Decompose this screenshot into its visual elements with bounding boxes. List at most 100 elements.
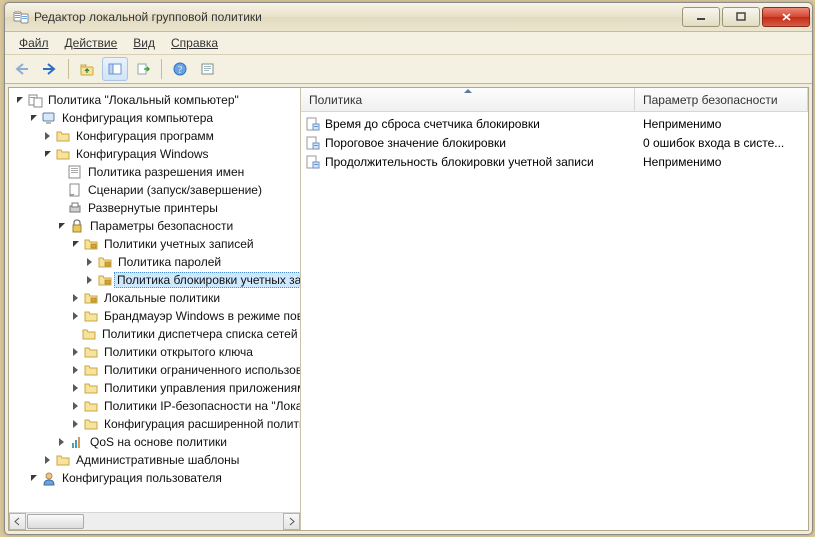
menu-view[interactable]: Вид bbox=[125, 34, 163, 52]
expander-icon[interactable] bbox=[41, 454, 53, 466]
list-icon bbox=[67, 164, 83, 180]
policy-item-icon bbox=[305, 116, 321, 132]
folder-lock-icon bbox=[83, 290, 99, 306]
folder-icon bbox=[83, 308, 99, 324]
app-icon bbox=[13, 9, 29, 25]
tree-scripts[interactable]: Сценарии (запуск/завершение) bbox=[9, 181, 300, 199]
tree-firewall[interactable]: Брандмауэр Windows в режиме повышенной б… bbox=[9, 307, 300, 325]
folder-lock-icon bbox=[97, 254, 113, 270]
tree-windows-config[interactable]: Конфигурация Windows bbox=[9, 145, 300, 163]
tree-horizontal-scrollbar[interactable] bbox=[9, 512, 300, 530]
minimize-button[interactable] bbox=[682, 7, 720, 27]
expander-icon[interactable] bbox=[69, 418, 81, 430]
up-folder-button[interactable] bbox=[74, 57, 100, 81]
policy-name: Продолжительность блокировки учетной зап… bbox=[325, 155, 594, 169]
policy-name: Пороговое значение блокировки bbox=[325, 136, 506, 150]
folder-icon bbox=[81, 326, 97, 342]
script-icon bbox=[67, 182, 83, 198]
maximize-button[interactable] bbox=[722, 7, 760, 27]
tree-admin-templates[interactable]: Административные шаблоны bbox=[9, 451, 300, 469]
menu-bar: Файл Действие Вид Справка bbox=[5, 32, 812, 55]
expander-icon[interactable] bbox=[69, 292, 81, 304]
forward-button[interactable] bbox=[37, 57, 63, 81]
tree-qos[interactable]: QoS на основе политики bbox=[9, 433, 300, 451]
policy-item-icon bbox=[305, 154, 321, 170]
tree-user-config[interactable]: Конфигурация пользователя bbox=[9, 469, 300, 487]
printer-icon bbox=[67, 200, 83, 216]
scroll-track[interactable] bbox=[26, 513, 283, 530]
tree-deployed-printers[interactable]: Развернутые принтеры bbox=[9, 199, 300, 217]
list-body[interactable]: Время до сброса счетчика блокировки Непр… bbox=[301, 112, 808, 530]
user-icon bbox=[41, 470, 57, 486]
close-button[interactable] bbox=[762, 7, 810, 27]
tree-public-key[interactable]: Политики открытого ключа bbox=[9, 343, 300, 361]
tree-local-policies[interactable]: Локальные политики bbox=[9, 289, 300, 307]
list-row[interactable]: Время до сброса счетчика блокировки Непр… bbox=[301, 114, 808, 133]
toolbar: ? bbox=[5, 55, 812, 84]
list-panel: Политика Параметр безопасности Время до … bbox=[301, 88, 808, 530]
scroll-left-button[interactable] bbox=[9, 513, 26, 530]
tree-app-control[interactable]: Политики управления приложениями bbox=[9, 379, 300, 397]
list-row[interactable]: Пороговое значение блокировки 0 ошибок в… bbox=[301, 133, 808, 152]
tree-network-list[interactable]: Политики диспетчера списка сетей bbox=[9, 325, 300, 343]
folder-icon bbox=[55, 452, 71, 468]
folder-icon bbox=[55, 146, 71, 162]
folder-icon bbox=[83, 362, 99, 378]
expander-icon[interactable] bbox=[27, 472, 39, 484]
chart-icon bbox=[69, 434, 85, 450]
expander-icon[interactable] bbox=[13, 94, 25, 106]
menu-file[interactable]: Файл bbox=[11, 34, 57, 52]
tree-computer-config[interactable]: Конфигурация компьютера bbox=[9, 109, 300, 127]
column-security-param[interactable]: Параметр безопасности bbox=[635, 88, 808, 111]
expander-icon[interactable] bbox=[41, 130, 53, 142]
expander-icon[interactable] bbox=[41, 148, 53, 160]
tree-software-restriction[interactable]: Политики ограниченного использования про… bbox=[9, 361, 300, 379]
window-controls bbox=[680, 7, 810, 27]
tree-password-policy[interactable]: Политика паролей bbox=[9, 253, 300, 271]
scroll-thumb[interactable] bbox=[27, 514, 84, 529]
back-button[interactable] bbox=[9, 57, 35, 81]
tree-lockout-policy[interactable]: Политика блокировки учетных записей bbox=[9, 271, 300, 289]
expander-icon[interactable] bbox=[69, 400, 81, 412]
tree-account-policies[interactable]: Политики учетных записей bbox=[9, 235, 300, 253]
list-header: Политика Параметр безопасности bbox=[301, 88, 808, 112]
policy-name: Время до сброса счетчика блокировки bbox=[325, 117, 540, 131]
tree-advanced-audit[interactable]: Конфигурация расширенной политики аудита bbox=[9, 415, 300, 433]
expander-icon[interactable] bbox=[83, 256, 95, 268]
policy-item-icon bbox=[305, 135, 321, 151]
policy-value: Неприменимо bbox=[643, 117, 721, 131]
folder-icon bbox=[55, 128, 71, 144]
menu-action[interactable]: Действие bbox=[57, 34, 126, 52]
tree-program-config[interactable]: Конфигурация программ bbox=[9, 127, 300, 145]
folder-lock-icon bbox=[83, 236, 99, 252]
expander-icon[interactable] bbox=[69, 346, 81, 358]
tree-name-resolution[interactable]: Политика разрешения имен bbox=[9, 163, 300, 181]
scroll-right-button[interactable] bbox=[283, 513, 300, 530]
help-button[interactable]: ? bbox=[167, 57, 193, 81]
content-area: Политика "Локальный компьютер" Конфигура… bbox=[8, 87, 809, 531]
expander-icon[interactable] bbox=[69, 310, 81, 322]
folder-icon bbox=[83, 380, 99, 396]
svg-text:?: ? bbox=[178, 65, 183, 76]
menu-help[interactable]: Справка bbox=[163, 34, 226, 52]
computer-icon bbox=[41, 110, 57, 126]
tree-view[interactable]: Политика "Локальный компьютер" Конфигура… bbox=[9, 88, 300, 512]
tree-security-settings[interactable]: Параметры безопасности bbox=[9, 217, 300, 235]
expander-icon[interactable] bbox=[55, 220, 67, 232]
sort-ascending-icon bbox=[464, 89, 472, 93]
properties-button[interactable] bbox=[195, 57, 221, 81]
title-bar[interactable]: Редактор локальной групповой политики bbox=[5, 3, 812, 32]
column-policy[interactable]: Политика bbox=[301, 88, 635, 111]
export-list-button[interactable] bbox=[130, 57, 156, 81]
expander-icon[interactable] bbox=[27, 112, 39, 124]
list-row[interactable]: Продолжительность блокировки учетной зап… bbox=[301, 152, 808, 171]
expander-icon[interactable] bbox=[83, 274, 95, 286]
expander-icon[interactable] bbox=[69, 382, 81, 394]
show-hide-tree-button[interactable] bbox=[102, 57, 128, 81]
expander-icon[interactable] bbox=[69, 238, 81, 250]
tree-root[interactable]: Политика "Локальный компьютер" bbox=[9, 91, 300, 109]
tree-ip-security[interactable]: Политики IP-безопасности на "Локальный к… bbox=[9, 397, 300, 415]
expander-icon[interactable] bbox=[69, 364, 81, 376]
folder-icon bbox=[83, 344, 99, 360]
expander-icon[interactable] bbox=[55, 436, 67, 448]
